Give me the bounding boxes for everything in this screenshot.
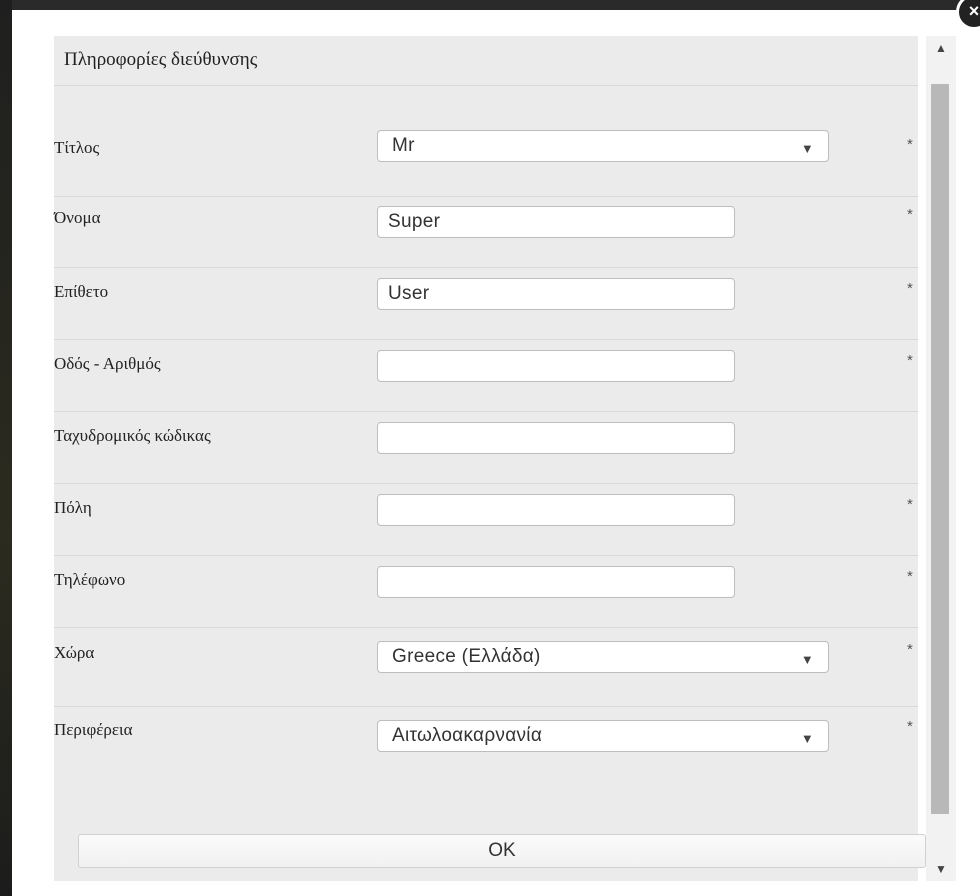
country-select[interactable]: Greece (Ελλάδα) ▼ bbox=[377, 641, 829, 673]
chevron-down-icon: ▼ bbox=[800, 731, 814, 746]
address-dialog: Πληροφορίες διεύθυνσης Τίτλος Mr ▼ * Όνο… bbox=[12, 10, 980, 896]
country-select-value: Greece (Ελλάδα) bbox=[392, 646, 541, 667]
ok-button[interactable]: OK bbox=[78, 834, 926, 868]
title-select-value: Mr bbox=[392, 135, 415, 156]
dialog-heading: Πληροφορίες διεύθυνσης bbox=[64, 49, 258, 70]
last-name-value: User bbox=[388, 283, 430, 304]
phone-label: Τηλέφωνο bbox=[54, 570, 126, 589]
required-marker: * bbox=[907, 206, 913, 223]
divider bbox=[54, 483, 918, 484]
required-marker: * bbox=[907, 136, 913, 153]
page-backdrop bbox=[0, 0, 12, 896]
street-field[interactable] bbox=[377, 350, 735, 382]
divider bbox=[54, 706, 918, 707]
divider bbox=[54, 196, 918, 197]
required-marker: * bbox=[907, 568, 913, 585]
divider bbox=[54, 555, 918, 556]
phone-field[interactable] bbox=[377, 566, 735, 598]
title-select[interactable]: Mr ▼ bbox=[377, 130, 829, 162]
divider bbox=[54, 85, 918, 86]
divider bbox=[54, 627, 918, 628]
vertical-scrollbar[interactable]: ▲ ▼ bbox=[926, 36, 956, 881]
divider bbox=[54, 339, 918, 340]
city-label: Πόλη bbox=[54, 498, 92, 517]
postal-code-label: Ταχυδρομικός κώδικας bbox=[54, 426, 211, 445]
last-name-label: Επίθετο bbox=[54, 282, 109, 301]
first-name-value: Super bbox=[388, 211, 441, 232]
street-label: Οδός - Αριθμός bbox=[54, 354, 161, 373]
first-name-field[interactable]: Super bbox=[377, 206, 735, 238]
scroll-up-icon[interactable]: ▲ bbox=[926, 36, 956, 60]
title-label: Τίτλος bbox=[54, 138, 100, 157]
region-select-value: Αιτωλοακαρνανία bbox=[392, 725, 543, 746]
required-marker: * bbox=[907, 496, 913, 513]
chevron-down-icon: ▼ bbox=[800, 652, 814, 667]
first-name-label: Όνομα bbox=[54, 208, 101, 227]
country-label: Χώρα bbox=[54, 643, 95, 662]
required-marker: * bbox=[907, 352, 913, 369]
scroll-down-icon[interactable]: ▼ bbox=[926, 857, 956, 881]
chevron-down-icon: ▼ bbox=[800, 141, 814, 156]
region-select[interactable]: Αιτωλοακαρνανία ▼ bbox=[377, 720, 829, 752]
divider bbox=[54, 411, 918, 412]
required-marker: * bbox=[907, 718, 913, 735]
scrollbar-thumb[interactable] bbox=[931, 84, 949, 814]
required-marker: * bbox=[907, 280, 913, 297]
city-field[interactable] bbox=[377, 494, 735, 526]
required-marker: * bbox=[907, 641, 913, 658]
postal-code-field[interactable] bbox=[377, 422, 735, 454]
dialog-content: Πληροφορίες διεύθυνσης Τίτλος Mr ▼ * Όνο… bbox=[54, 36, 926, 881]
last-name-field[interactable]: User bbox=[377, 278, 735, 310]
divider bbox=[54, 267, 918, 268]
region-label: Περιφέρεια bbox=[54, 720, 133, 739]
